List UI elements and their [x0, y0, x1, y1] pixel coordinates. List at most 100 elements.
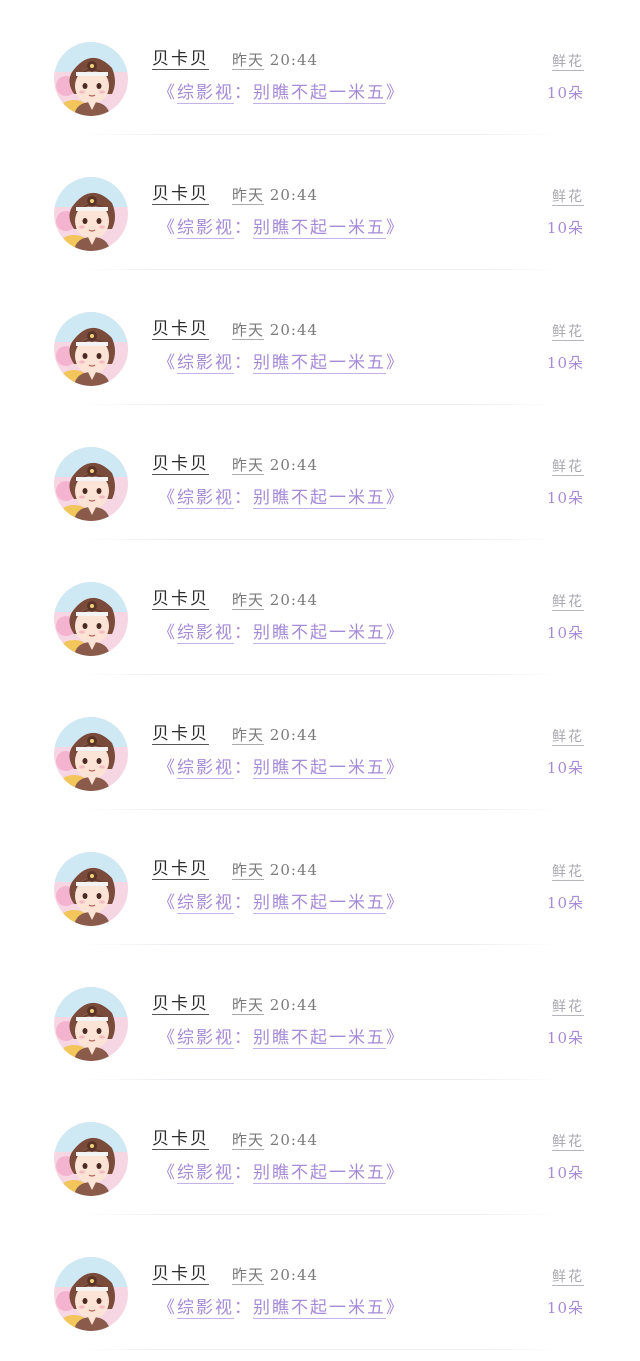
book-title-link[interactable]: 《综影视：别瞧不起一米五》 [158, 487, 405, 509]
book-title: 别瞧不起一米五 [253, 758, 386, 779]
book-title-link[interactable]: 《综影视：别瞧不起一米五》 [158, 622, 405, 644]
book-separator: ： [234, 893, 253, 913]
user-name[interactable]: 贝卡贝 [152, 725, 209, 745]
avatar[interactable] [54, 1122, 128, 1196]
list-item[interactable]: 贝卡贝 昨天 20:44 《综影视：别瞧不起一米五》 鲜花 10朵 [0, 405, 640, 540]
book-close-bracket: 》 [386, 758, 405, 778]
avatar[interactable] [54, 177, 128, 251]
book-close-bracket: 》 [386, 1163, 405, 1183]
list-item[interactable]: 贝卡贝 昨天 20:44 《综影视：别瞧不起一米五》 鲜花 10朵 [0, 675, 640, 810]
timestamp: 昨天 20:44 [232, 51, 318, 70]
gift-count: 10朵 [546, 219, 584, 237]
gift-count: 10朵 [546, 624, 584, 642]
timestamp-clock: 20:44 [269, 456, 319, 474]
book-open-bracket: 《 [158, 1298, 177, 1318]
book-separator: ： [234, 1298, 253, 1318]
timestamp-day: 昨天 [232, 1131, 265, 1150]
book-series: 综影视 [177, 1298, 234, 1319]
user-name[interactable]: 贝卡贝 [152, 995, 209, 1015]
chibi-avatar-icon [54, 177, 128, 251]
user-name[interactable]: 贝卡贝 [152, 1265, 209, 1285]
user-name[interactable]: 贝卡贝 [152, 590, 209, 610]
book-series: 综影视 [177, 1028, 234, 1049]
timestamp-day: 昨天 [232, 1266, 265, 1285]
avatar[interactable] [54, 312, 128, 386]
book-separator: ： [234, 623, 253, 643]
book-open-bracket: 《 [158, 893, 177, 913]
timestamp: 昨天 20:44 [232, 1266, 318, 1285]
book-title-link[interactable]: 《综影视：别瞧不起一米五》 [158, 217, 405, 239]
gift-count: 10朵 [546, 84, 584, 102]
avatar[interactable] [54, 447, 128, 521]
book-title-link[interactable]: 《综影视：别瞧不起一米五》 [158, 1162, 405, 1184]
timestamp: 昨天 20:44 [232, 456, 319, 475]
user-name[interactable]: 贝卡贝 [152, 455, 209, 475]
timestamp-day: 昨天 [232, 321, 265, 340]
book-open-bracket: 《 [158, 623, 177, 643]
chibi-avatar-icon [54, 987, 128, 1061]
book-close-bracket: 》 [386, 488, 405, 508]
avatar[interactable] [54, 717, 128, 791]
book-title-link[interactable]: 《综影视：别瞧不起一米五》 [158, 82, 405, 104]
user-name[interactable]: 贝卡贝 [152, 320, 209, 340]
book-title: 别瞧不起一米五 [253, 488, 386, 509]
gift-count: 10朵 [546, 1029, 584, 1047]
book-title-link[interactable]: 《综影视：别瞧不起一米五》 [158, 757, 405, 779]
gift-count: 10朵 [546, 1299, 584, 1317]
book-separator: ： [234, 758, 253, 778]
list-item[interactable]: 贝卡贝 昨天 20:44 《综影视：别瞧不起一米五》 鲜花 10朵 [0, 1215, 640, 1350]
book-series: 综影视 [177, 353, 234, 374]
book-title: 别瞧不起一米五 [253, 1028, 386, 1049]
avatar[interactable] [54, 852, 128, 926]
book-close-bracket: 》 [386, 1028, 405, 1048]
book-close-bracket: 》 [386, 353, 405, 373]
book-series: 综影视 [177, 758, 234, 779]
gift-type-label: 鲜花 [552, 864, 584, 881]
user-name[interactable]: 贝卡贝 [152, 50, 209, 70]
gift-type-label: 鲜花 [552, 54, 584, 71]
timestamp: 昨天 20:44 [232, 186, 318, 205]
list-item[interactable]: 贝卡贝 昨天 20:44 《综影视：别瞧不起一米五》 鲜花 10朵 [0, 810, 640, 945]
book-title-link[interactable]: 《综影视：别瞧不起一米五》 [158, 1027, 405, 1049]
list-item[interactable]: 贝卡贝 昨天 20:44 《综影视：别瞧不起一米五》 鲜花 10朵 [0, 135, 640, 270]
book-title-link[interactable]: 《综影视：别瞧不起一米五》 [158, 352, 405, 374]
gift-type-label: 鲜花 [552, 324, 584, 341]
book-title-link[interactable]: 《综影视：别瞧不起一米五》 [158, 1297, 405, 1319]
timestamp-clock: 20:44 [269, 996, 319, 1014]
book-open-bracket: 《 [158, 83, 177, 103]
timestamp-clock: 20:44 [269, 861, 319, 879]
book-title-link[interactable]: 《综影视：别瞧不起一米五》 [158, 892, 405, 914]
user-name[interactable]: 贝卡贝 [152, 1130, 209, 1150]
book-separator: ： [234, 1028, 253, 1048]
timestamp: 昨天 20:44 [232, 321, 319, 340]
gift-count: 10朵 [546, 759, 584, 777]
gift-type-label: 鲜花 [552, 594, 584, 611]
user-name[interactable]: 贝卡贝 [152, 860, 209, 880]
book-series: 综影视 [177, 1163, 234, 1184]
timestamp-clock: 20:44 [269, 321, 319, 339]
book-title: 别瞧不起一米五 [253, 1298, 386, 1319]
chibi-avatar-icon [54, 852, 128, 926]
avatar[interactable] [54, 42, 128, 116]
book-open-bracket: 《 [158, 1028, 177, 1048]
gift-count: 10朵 [546, 489, 584, 507]
timestamp-day: 昨天 [232, 456, 265, 475]
book-separator: ： [234, 218, 253, 238]
timestamp-day: 昨天 [232, 861, 265, 880]
list-item[interactable]: 贝卡贝 昨天 20:44 《综影视：别瞧不起一米五》 鲜花 10朵 [0, 945, 640, 1080]
chibi-avatar-icon [54, 1122, 128, 1196]
timestamp: 昨天 20:44 [232, 996, 319, 1015]
book-close-bracket: 》 [386, 893, 405, 913]
book-series: 综影视 [177, 623, 234, 644]
book-series: 综影视 [177, 218, 234, 239]
book-title: 别瞧不起一米五 [253, 218, 386, 239]
list-item[interactable]: 贝卡贝 昨天 20:44 《综影视：别瞧不起一米五》 鲜花 10朵 [0, 540, 640, 675]
book-close-bracket: 》 [386, 83, 405, 103]
avatar[interactable] [54, 987, 128, 1061]
list-item[interactable]: 贝卡贝 昨天 20:44 《综影视：别瞧不起一米五》 鲜花 10朵 [0, 0, 640, 135]
list-item[interactable]: 贝卡贝 昨天 20:44 《综影视：别瞧不起一米五》 鲜花 10朵 [0, 1080, 640, 1215]
list-item[interactable]: 贝卡贝 昨天 20:44 《综影视：别瞧不起一米五》 鲜花 10朵 [0, 270, 640, 405]
avatar[interactable] [54, 582, 128, 656]
avatar[interactable] [54, 1257, 128, 1331]
user-name[interactable]: 贝卡贝 [152, 185, 209, 205]
